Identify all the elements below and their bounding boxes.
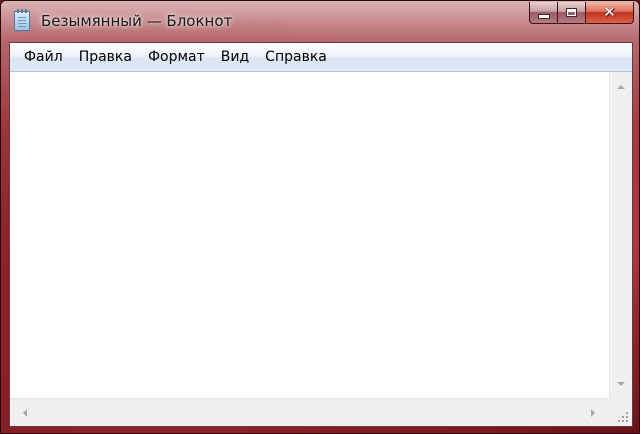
title-bar[interactable]: Безымянный — Блокнот ✕ bbox=[1, 1, 639, 41]
minimize-icon bbox=[537, 14, 550, 19]
arrow-right-icon[interactable] bbox=[591, 409, 595, 417]
menu-bar: Файл Правка Формат Вид Справка bbox=[10, 43, 632, 72]
client-area: Файл Правка Формат Вид Справка bbox=[9, 42, 633, 427]
menu-item-edit[interactable]: Правка bbox=[71, 45, 140, 69]
menu-item-file[interactable]: Файл bbox=[16, 45, 71, 69]
grip-dot bbox=[626, 412, 628, 414]
close-button[interactable]: ✕ bbox=[585, 2, 634, 24]
size-grip-icon[interactable] bbox=[609, 398, 632, 426]
grip-dot bbox=[622, 420, 624, 422]
notepad-icon[interactable] bbox=[14, 9, 30, 31]
maximize-icon bbox=[566, 8, 577, 17]
horizontal-scrollbar[interactable] bbox=[10, 398, 609, 426]
menu-item-view[interactable]: Вид bbox=[213, 45, 257, 69]
vertical-scrollbar[interactable] bbox=[609, 72, 632, 398]
menu-item-help[interactable]: Справка bbox=[257, 45, 335, 69]
grip-dot bbox=[626, 416, 628, 418]
grip-dot bbox=[622, 416, 624, 418]
close-icon: ✕ bbox=[603, 3, 616, 21]
grip-dot bbox=[618, 420, 620, 422]
text-editor-area[interactable] bbox=[10, 72, 609, 398]
caption-buttons: ✕ bbox=[529, 2, 634, 24]
arrow-left-icon[interactable] bbox=[23, 409, 27, 417]
arrow-up-icon[interactable] bbox=[617, 85, 625, 89]
grip-dot bbox=[626, 420, 628, 422]
window-title: Безымянный — Блокнот bbox=[41, 12, 233, 30]
maximize-button[interactable] bbox=[557, 2, 585, 24]
notepad-window: Безымянный — Блокнот ✕ Файл Правка Форма… bbox=[0, 0, 640, 434]
minimize-button[interactable] bbox=[529, 2, 557, 24]
menu-item-format[interactable]: Формат bbox=[140, 45, 213, 69]
arrow-down-icon[interactable] bbox=[617, 382, 625, 386]
